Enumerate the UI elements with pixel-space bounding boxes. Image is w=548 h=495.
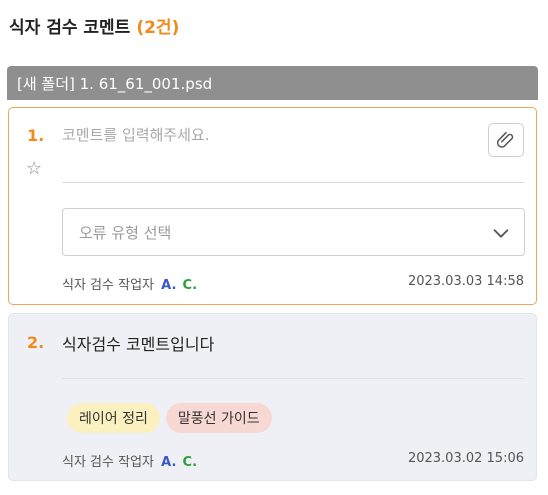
meta-label: 식자 검수 작업자 (62, 278, 154, 293)
error-type-placeholder: 오류 유형 선택 (79, 223, 172, 242)
worker-initial-c: C. (182, 278, 198, 293)
input-divider (62, 182, 524, 183)
page-title: 식자 검수 코멘트 (2건) (9, 12, 179, 38)
worker-initial-c: C. (182, 455, 198, 470)
star-outline-icon[interactable]: ☆ (26, 160, 42, 178)
comment-number: 1. (27, 126, 45, 145)
comment-date: 2023.03.03 14:58 (407, 274, 524, 289)
tag-speech-bubble-guide: 말풍선 가이드 (165, 403, 272, 433)
folder-file-label: [새 폴더] 1. 61_61_001.psd (17, 74, 213, 93)
comment-date: 2023.03.02 15:06 (407, 451, 524, 466)
page-title-text: 식자 검수 코멘트 (9, 17, 131, 38)
error-type-select[interactable]: 오류 유형 선택 (62, 208, 525, 256)
comment-meta: 식자 검수 작업자 A. C. (62, 451, 197, 470)
paperclip-icon (496, 131, 514, 148)
attach-button[interactable] (488, 123, 524, 157)
comment-meta: 식자 검수 작업자 A. C. (62, 274, 197, 293)
comment-count: (2건) (136, 17, 180, 38)
comment-number: 2. (27, 333, 45, 352)
comment-divider (62, 378, 524, 379)
tag-layer-cleanup: 레이어 정리 (67, 403, 160, 433)
worker-initial-a: A. (161, 455, 177, 470)
folder-file-bar: [새 폴더] 1. 61_61_001.psd (7, 66, 538, 100)
chevron-down-icon (493, 229, 509, 238)
comment-input-card: 1. ☆ 코멘트를 입력해주세요. 오류 유형 선택 식자 검수 작업자 A. … (8, 107, 537, 305)
comment-text: 식자검수 코멘트입니다 (62, 335, 215, 354)
comment-tags: 레이어 정리 말풍선 가이드 (67, 403, 272, 433)
meta-label: 식자 검수 작업자 (62, 455, 154, 470)
worker-initial-a: A. (161, 278, 177, 293)
comment-card[interactable]: 2. 식자검수 코멘트입니다 레이어 정리 말풍선 가이드 식자 검수 작업자 … (8, 313, 537, 481)
comment-input[interactable]: 코멘트를 입력해주세요. (62, 124, 210, 145)
